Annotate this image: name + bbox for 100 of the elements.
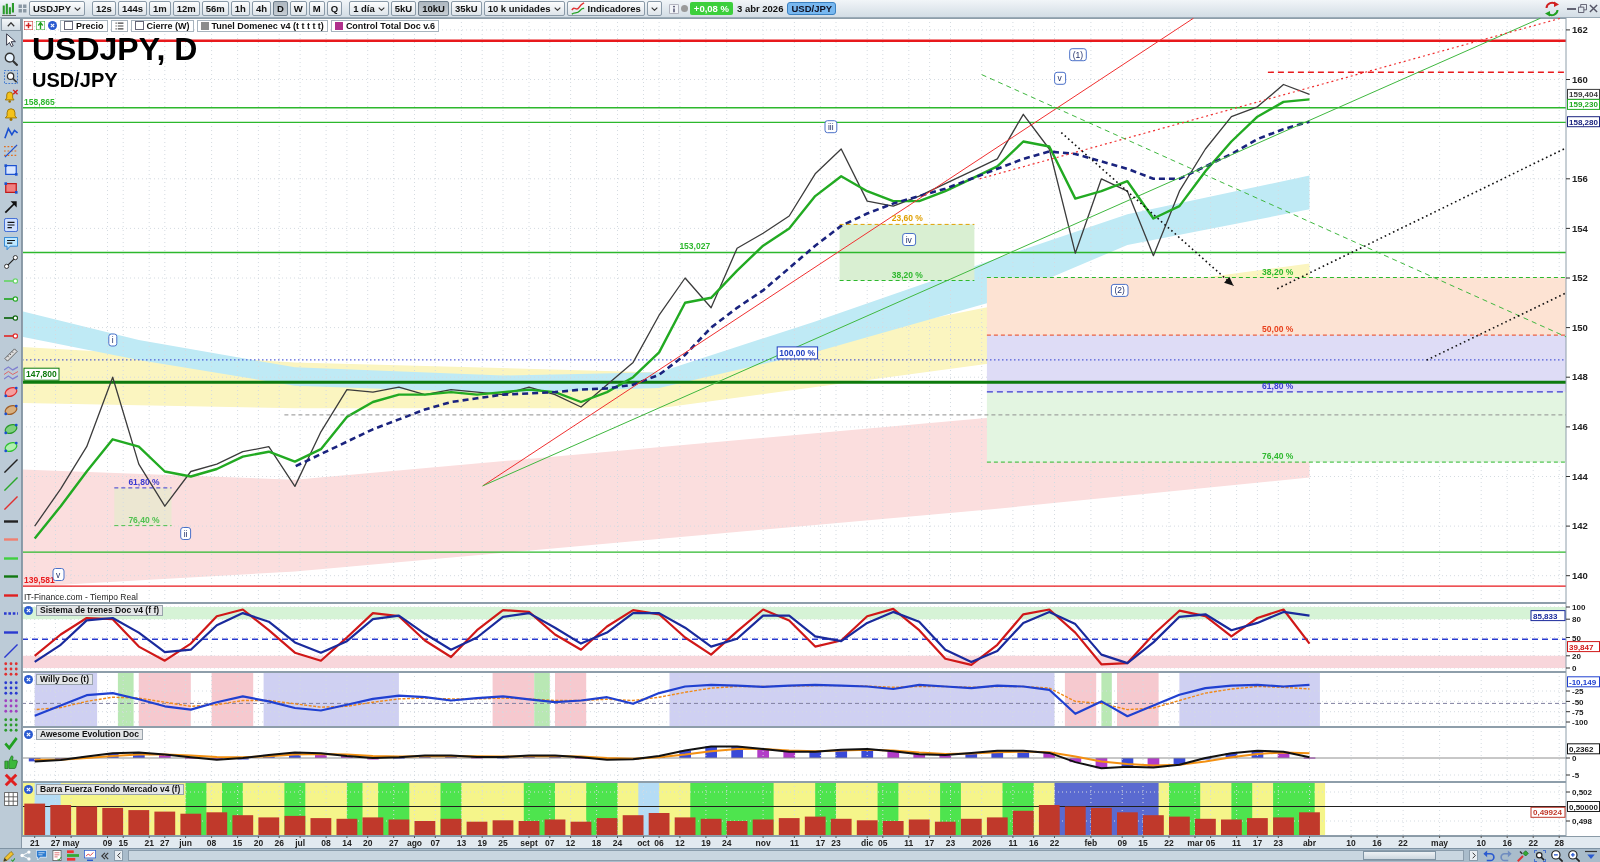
ellipse-icon[interactable] xyxy=(3,403,18,418)
interval-button[interactable]: 144s xyxy=(117,1,147,16)
scroll-right-button[interactable] xyxy=(1469,850,1478,861)
ellipse-icon[interactable] xyxy=(3,440,18,455)
date-label: jun xyxy=(179,838,192,848)
minimize-icon[interactable] xyxy=(1567,7,1576,10)
dashed-line-icon[interactable] xyxy=(3,612,18,616)
unit-button[interactable]: 35kU xyxy=(450,1,482,16)
level-label: 38,20 % xyxy=(1262,266,1294,277)
level-label: 153,027 xyxy=(679,241,711,252)
axis-label: 50 xyxy=(1572,633,1581,643)
indicator-button[interactable]: Control Total Doc v.6 xyxy=(330,19,440,32)
checkbox[interactable] xyxy=(134,21,144,30)
interval-button[interactable]: 4h xyxy=(251,1,271,16)
dashed-lines-icon[interactable] xyxy=(3,144,18,159)
line-handle-icon[interactable] xyxy=(3,277,18,284)
chart-bars-icon[interactable] xyxy=(2,1,16,16)
interval-button[interactable]: W xyxy=(289,1,307,16)
unit-button[interactable]: 10kU xyxy=(418,1,449,16)
pointer-icon[interactable] xyxy=(3,33,18,48)
symbol-dropdown[interactable]: USDJPY xyxy=(29,1,85,16)
horizontal-line-icon[interactable] xyxy=(3,630,18,634)
indicators-menu-button[interactable] xyxy=(646,1,662,16)
list-button[interactable] xyxy=(110,19,128,32)
add-icon[interactable] xyxy=(24,21,33,30)
interval-button[interactable]: D xyxy=(272,1,288,16)
restore-icon[interactable] xyxy=(1578,4,1587,13)
date-label: 2026 xyxy=(972,838,992,848)
interval-button[interactable]: 12m xyxy=(172,1,200,16)
unit-button[interactable]: 5kU xyxy=(390,1,417,16)
scroll-left-button[interactable] xyxy=(114,850,123,861)
value-tag: -10,149 xyxy=(1567,676,1600,688)
indicators-button[interactable]: Indicadores xyxy=(566,1,645,16)
axis-label: 154 xyxy=(1572,222,1588,234)
pencil-icon[interactable] xyxy=(3,849,15,862)
undo-icon[interactable] xyxy=(1483,849,1495,862)
diagonal-line-icon[interactable] xyxy=(3,643,18,658)
rectangle-icon[interactable] xyxy=(3,162,18,177)
double-chevron-icon[interactable] xyxy=(101,851,109,860)
interval-button[interactable]: M xyxy=(308,1,325,16)
monitor-icon[interactable] xyxy=(84,850,96,861)
cross-icon[interactable] xyxy=(3,773,18,788)
line-handle-icon[interactable] xyxy=(3,314,18,321)
indicator-button[interactable]: Tunel Domenec v4 (t t t t t) xyxy=(196,19,328,32)
line-handle-icon[interactable] xyxy=(3,333,18,340)
checkmark-icon[interactable] xyxy=(3,736,18,751)
interval-button[interactable]: 1m xyxy=(149,1,171,16)
date-label: 07 xyxy=(545,838,555,848)
unit-size-dropdown[interactable]: 10 k unidades xyxy=(483,1,565,16)
text-box-icon[interactable] xyxy=(3,218,18,233)
info-icon[interactable] xyxy=(668,3,679,14)
zigzag-line-icon[interactable] xyxy=(3,125,18,140)
close-icon[interactable] xyxy=(24,675,33,684)
thumbs-up-icon[interactable] xyxy=(3,754,18,769)
axis-label: 152 xyxy=(1572,272,1588,284)
zoom-in-icon[interactable] xyxy=(1568,849,1580,862)
interval-button[interactable]: 12s xyxy=(92,1,116,16)
date-label: may xyxy=(62,838,80,848)
value-tag: 0,49924 xyxy=(1530,806,1566,818)
zoom-out-icon[interactable] xyxy=(1551,849,1563,862)
chat-icon[interactable] xyxy=(36,850,47,861)
zoom-icon[interactable] xyxy=(3,51,18,66)
arrow-icon[interactable] xyxy=(3,199,18,214)
tools-icon[interactable] xyxy=(1517,849,1529,862)
horizontal-line-icon[interactable] xyxy=(3,519,18,523)
segment-icon[interactable] xyxy=(3,255,18,270)
interval-button[interactable]: 1h xyxy=(230,1,250,16)
dot-grid-icon[interactable] xyxy=(3,699,18,714)
ellipse-icon[interactable] xyxy=(3,421,18,436)
speech-bubble-icon[interactable] xyxy=(3,236,18,251)
date-label: may xyxy=(1431,838,1449,848)
checkbox[interactable] xyxy=(64,21,73,30)
remove-icon[interactable] xyxy=(48,21,57,30)
grid-icon[interactable] xyxy=(3,791,18,806)
close-icon[interactable] xyxy=(24,730,33,739)
dot-grid-icon[interactable] xyxy=(3,717,18,732)
document-icon[interactable] xyxy=(52,850,62,861)
move-up-icon[interactable] xyxy=(36,21,45,30)
period-dropdown[interactable]: 1 día xyxy=(349,1,389,16)
close-icon[interactable] xyxy=(1589,4,1598,13)
scrollbar[interactable] xyxy=(128,850,1464,861)
close-icon[interactable] xyxy=(24,785,33,794)
ruler-icon[interactable] xyxy=(3,347,18,362)
ellipse-icon[interactable] xyxy=(3,384,18,399)
sync-icon[interactable] xyxy=(1544,0,1560,17)
date-label: 22 xyxy=(1049,838,1060,848)
close-icon[interactable] xyxy=(24,606,33,615)
collapse-button[interactable] xyxy=(0,18,21,31)
axis-label: 146 xyxy=(1572,421,1588,433)
filled-rectangle-icon[interactable] xyxy=(3,181,18,196)
interval-button[interactable]: 56m xyxy=(201,1,229,16)
zoom-area-icon[interactable] xyxy=(3,70,18,85)
interval-button[interactable]: Q xyxy=(326,1,343,16)
grid-icon[interactable] xyxy=(18,4,27,13)
scrollbar-thumb[interactable] xyxy=(1362,851,1437,860)
line-handle-icon[interactable] xyxy=(3,296,18,303)
dot-grid-icon[interactable] xyxy=(3,680,18,695)
dot-grid-icon[interactable] xyxy=(3,662,18,677)
zoom-fit-icon[interactable] xyxy=(1534,849,1546,862)
diagonal-line-icon[interactable] xyxy=(3,458,18,473)
